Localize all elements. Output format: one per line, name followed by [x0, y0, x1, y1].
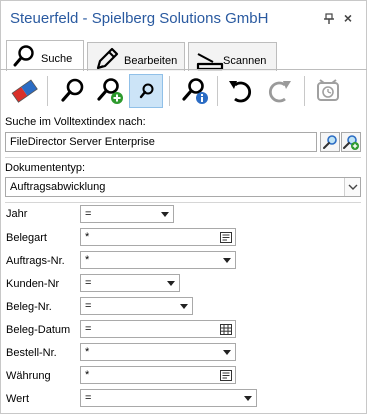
operator-value: =	[85, 323, 92, 335]
search-add-icon	[343, 135, 359, 150]
tab-scannen[interactable]: Scannen	[188, 42, 277, 71]
toolbar	[0, 70, 367, 114]
chevron-down-icon	[167, 281, 175, 286]
quick-search-button[interactable]	[129, 74, 163, 108]
field-label-beleg-datum: Beleg-Datum	[6, 324, 71, 336]
field-label-waehrung: Währung	[6, 370, 51, 382]
pin-icon[interactable]	[323, 13, 335, 25]
fulltext-add-button[interactable]	[341, 132, 361, 152]
field-label-belegart: Belegart	[6, 232, 47, 244]
fulltext-search-button[interactable]	[320, 132, 340, 152]
chevron-down-icon	[223, 258, 231, 263]
eraser-icon	[11, 79, 38, 103]
field-label-bestell-nr: Bestell-Nr.	[6, 347, 57, 359]
redo-button[interactable]	[262, 74, 296, 108]
doctype-label: Dokumententyp:	[5, 162, 86, 174]
undo-icon	[229, 81, 251, 103]
field-belegart-input[interactable]: *	[80, 228, 236, 246]
toolbar-separator	[47, 76, 48, 106]
field-auftrags-nr-operator[interactable]: *	[80, 251, 236, 269]
tab-label: Scannen	[223, 55, 267, 67]
alarm-icon	[317, 79, 339, 101]
chevron-down-icon[interactable]	[344, 178, 360, 196]
search-button[interactable]	[55, 74, 89, 108]
tab-suche[interactable]: Suche	[6, 40, 84, 71]
new-search-button[interactable]	[92, 74, 126, 108]
doctype-select[interactable]: Auftragsabwicklung	[5, 177, 361, 197]
calendar-icon[interactable]	[220, 324, 232, 335]
chevron-down-icon	[161, 212, 169, 217]
operator-value: =	[85, 300, 92, 312]
field-beleg-datum-input[interactable]: =	[80, 320, 236, 338]
field-beleg-nr-operator[interactable]: =	[80, 297, 193, 315]
list-icon[interactable]	[220, 232, 232, 243]
chevron-down-icon	[223, 350, 231, 355]
magnifier-icon	[13, 45, 34, 67]
operator-value: =	[85, 208, 92, 220]
doctype-value: Auftragsabwicklung	[10, 181, 106, 193]
ribbon-tabs: Suche Bearbeiten Scannen	[0, 36, 367, 71]
field-wert-operator[interactable]: =	[80, 389, 257, 407]
search-info-button[interactable]	[177, 74, 211, 108]
fulltext-value: FileDirector Server Enterprise	[10, 136, 155, 148]
search-add-icon	[97, 78, 123, 104]
operator-value: *	[85, 254, 90, 266]
field-bestell-nr-operator[interactable]: *	[80, 343, 236, 361]
undo-button[interactable]	[224, 74, 258, 108]
search-small-icon	[139, 83, 154, 99]
field-waehrung-input[interactable]: *	[80, 366, 236, 384]
operator-value: *	[85, 346, 90, 358]
search-icon	[61, 78, 84, 102]
chevron-down-icon	[244, 396, 252, 401]
tab-label: Bearbeiten	[124, 55, 178, 67]
search-info-icon	[182, 78, 208, 104]
fulltext-search-input[interactable]: FileDirector Server Enterprise	[5, 132, 317, 152]
field-label-jahr: Jahr	[6, 208, 28, 220]
field-label-auftrags-nr: Auftrags-Nr.	[6, 255, 65, 267]
list-icon[interactable]	[220, 370, 232, 381]
toolbar-separator	[169, 76, 170, 106]
field-label-wert: Wert	[6, 393, 30, 405]
title-bar: Steuerfeld - Spielberg Solutions GmbH ×	[0, 0, 367, 36]
search-small-icon	[323, 135, 337, 149]
operator-value: *	[85, 369, 90, 381]
field-label-kunden-nr: Kunden-Nr	[6, 278, 60, 290]
operator-value: =	[85, 392, 92, 404]
tab-label: Suche	[41, 53, 73, 65]
operator-value: *	[85, 231, 90, 243]
reminder-button[interactable]	[311, 74, 345, 108]
field-jahr-operator[interactable]: =	[80, 205, 174, 223]
operator-value: =	[85, 277, 92, 289]
field-label-beleg-nr: Beleg-Nr.	[6, 301, 52, 313]
chevron-down-icon	[180, 304, 188, 309]
tab-bearbeiten[interactable]: Bearbeiten	[87, 42, 185, 71]
toolbar-separator	[217, 76, 218, 106]
window-title: Steuerfeld - Spielberg Solutions GmbH	[10, 10, 269, 27]
clear-button[interactable]	[7, 74, 41, 108]
redo-icon	[269, 81, 291, 103]
close-icon[interactable]: ×	[341, 10, 355, 26]
divider	[5, 202, 361, 203]
divider	[5, 157, 361, 158]
toolbar-separator	[304, 76, 305, 106]
fulltext-label: Suche im Volltextindex nach:	[5, 116, 146, 128]
field-kunden-nr-operator[interactable]: =	[80, 274, 180, 292]
